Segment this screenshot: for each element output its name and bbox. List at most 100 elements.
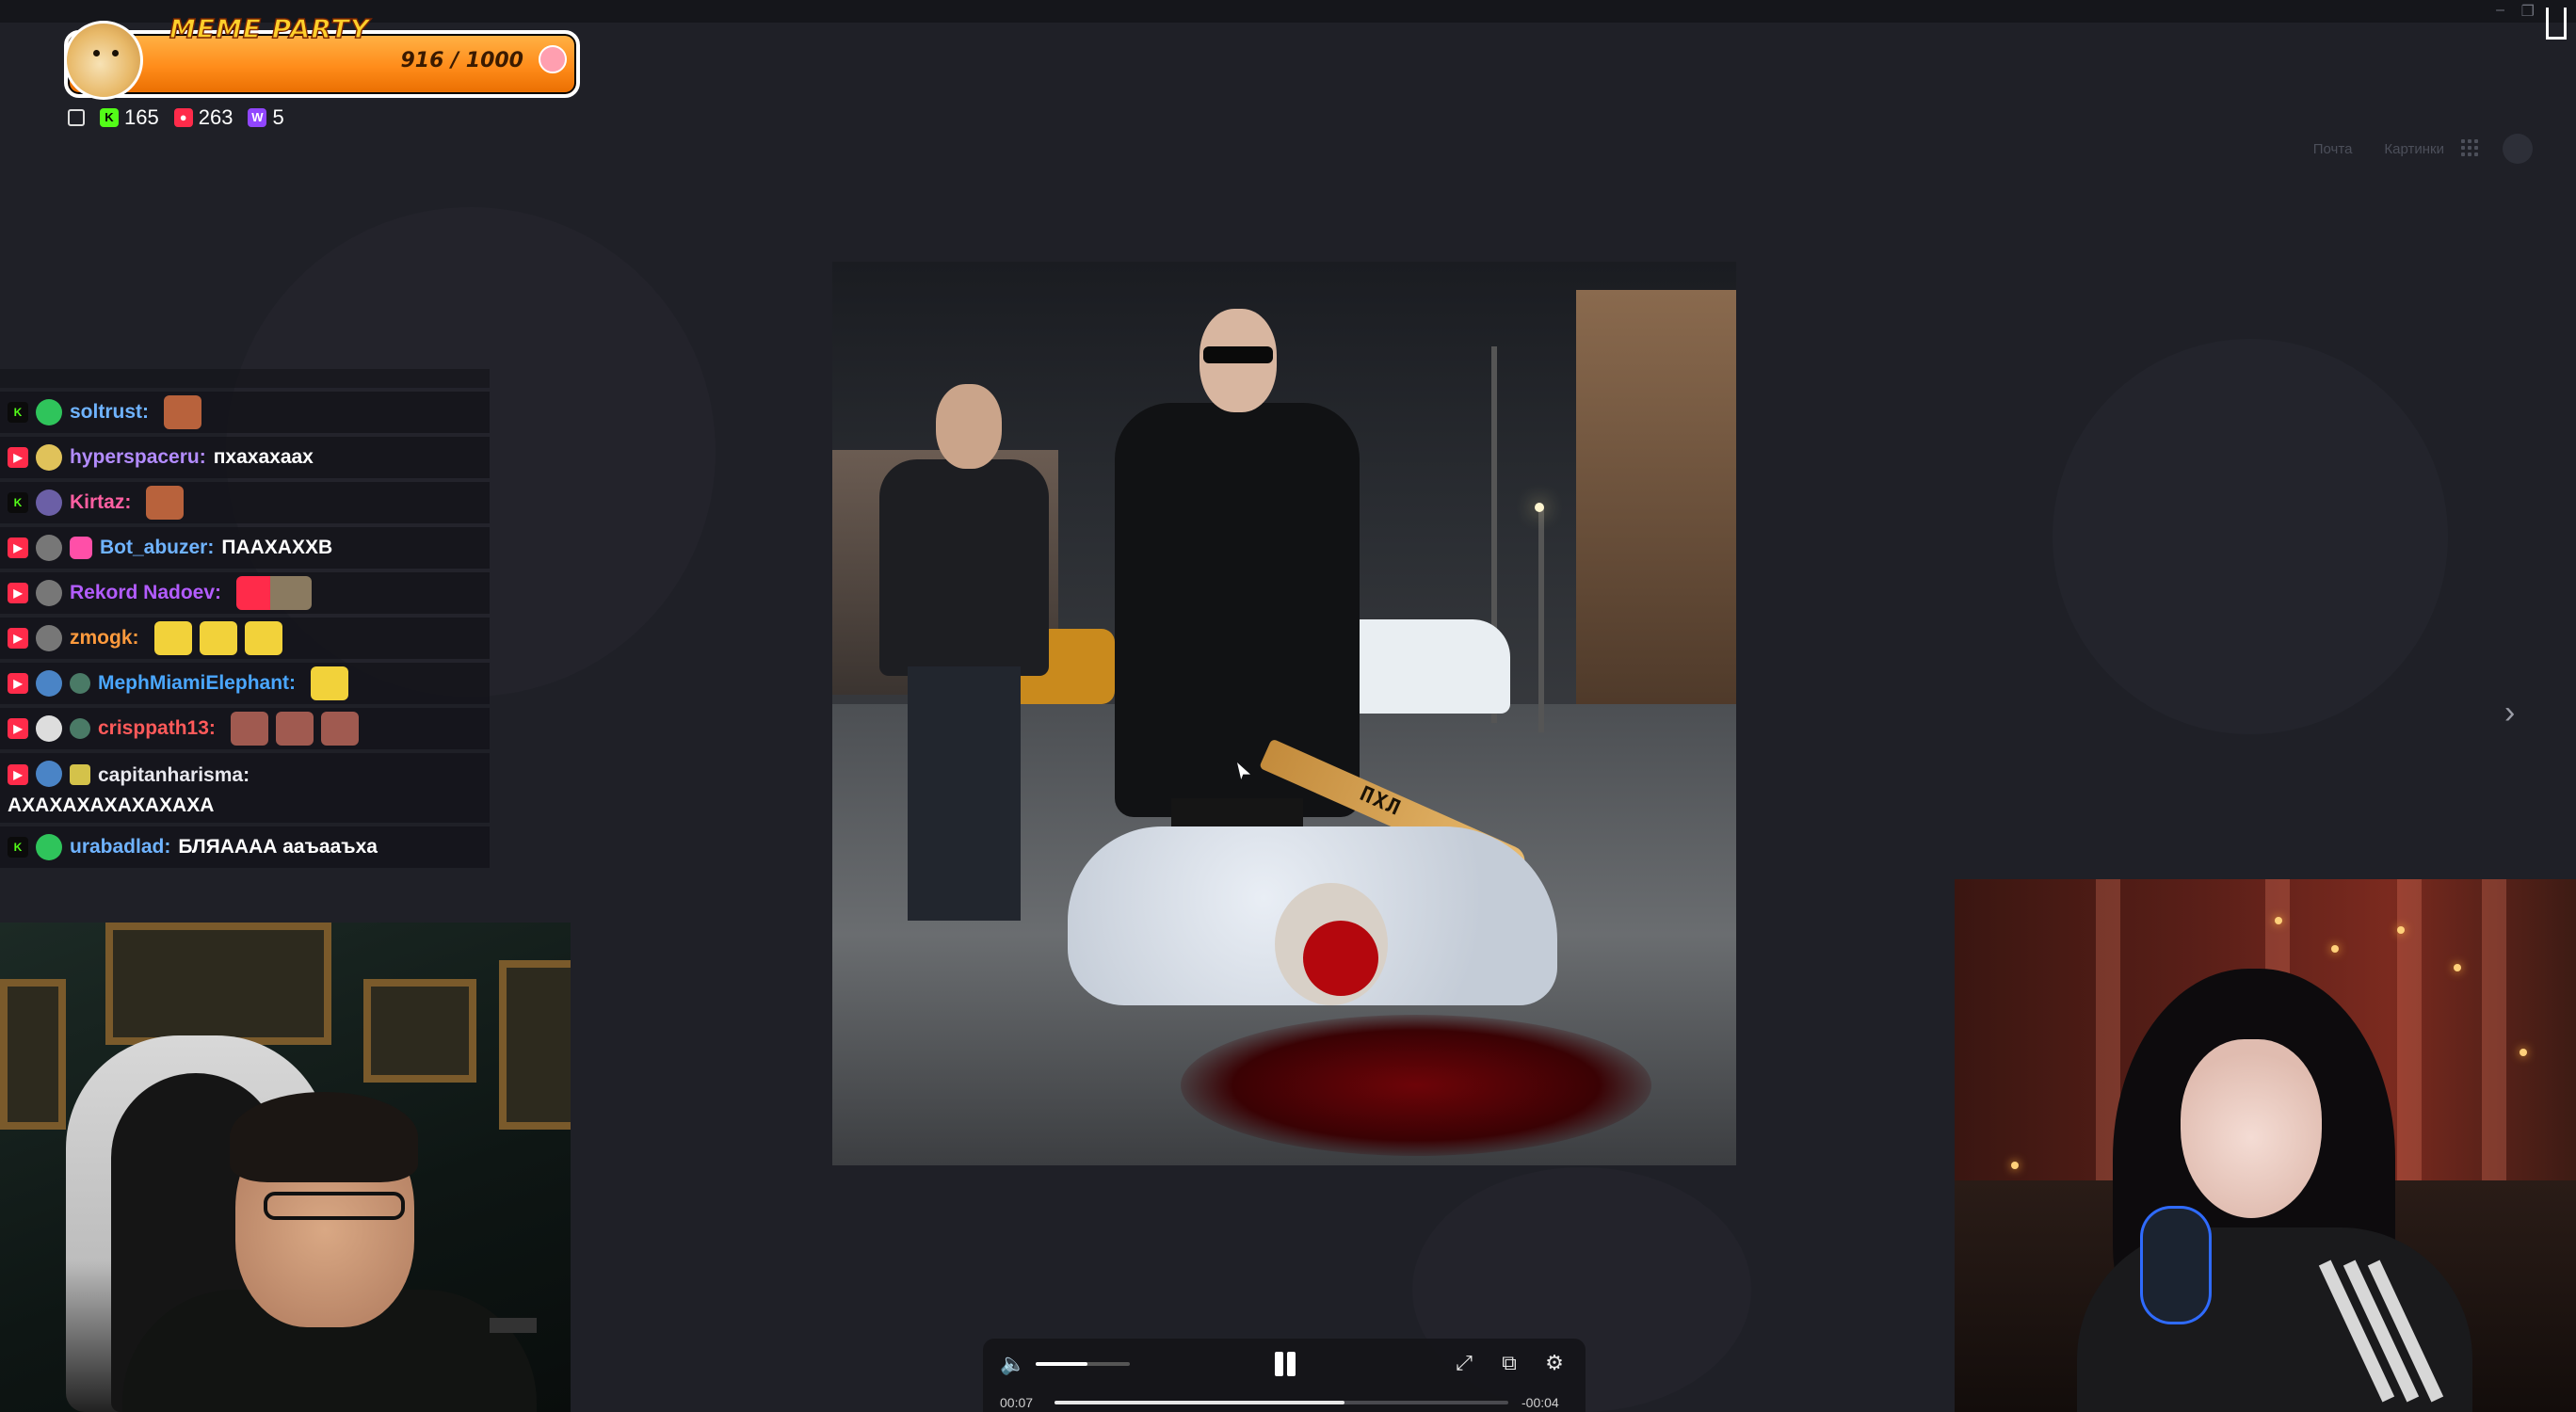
building [1576, 290, 1736, 704]
chat-message: ▶ Rekord Nadoev: [0, 572, 490, 614]
pause-icon[interactable] [1271, 1350, 1299, 1378]
chat-text: БЛЯАААА ааъааъха [178, 836, 378, 858]
streamer-hair [230, 1092, 418, 1182]
coat [1115, 403, 1360, 817]
equipment [490, 1318, 537, 1333]
jeans [908, 666, 1021, 921]
vk-live-icon: ● [173, 108, 193, 127]
progress-bar-fill [1055, 1401, 1345, 1404]
chat-username[interactable]: crisppath13: [98, 717, 216, 740]
overlay-corner-marker [2546, 8, 2567, 40]
account-avatar[interactable] [2503, 134, 2533, 164]
glasses [264, 1192, 405, 1220]
chat-username[interactable]: Rekord Nadoev: [70, 582, 221, 604]
chat-username[interactable]: urabadlad: [70, 836, 170, 858]
lamp-light [1535, 503, 1544, 512]
string-light [2331, 945, 2339, 953]
remaining-time: -00:04 [1521, 1395, 1559, 1410]
emote-icon [164, 395, 201, 429]
chat-message: ▶ capitanharisma: АХАХАХАХАХАХАХА [0, 753, 490, 823]
pig-icon [539, 45, 567, 73]
chat-message: K urabadlad: БЛЯАААА ааъааъха [0, 826, 490, 868]
chat-toggle-icon [68, 109, 85, 126]
minion-emote-icon [199, 621, 237, 655]
user-badge-icon [36, 444, 62, 471]
chat-username[interactable]: Kirtaz: [70, 491, 131, 514]
user-badge-icon [36, 535, 62, 561]
vk-live-icon: ▶ [8, 628, 28, 649]
kick-icon: K [8, 837, 28, 858]
current-time: 00:07 [1000, 1395, 1034, 1410]
emote-icon [275, 712, 314, 746]
kick-icon: K [100, 108, 119, 127]
settings-icon[interactable]: ⚙ [1542, 1352, 1567, 1374]
string-light [2397, 926, 2405, 934]
chat-username[interactable]: capitanharisma: [98, 764, 250, 787]
twitch-viewer-count: W 5 [248, 105, 284, 130]
volume-icon[interactable]: 🔈 [1000, 1352, 1026, 1375]
sub-badge-icon [70, 764, 90, 785]
chat-text: ПААХАХХВ [221, 537, 333, 558]
string-light [2454, 964, 2461, 971]
progress-bar[interactable] [1055, 1401, 1508, 1404]
mail-link[interactable]: Почта [2313, 141, 2353, 157]
wall-painting [105, 923, 331, 1045]
user-badge-icon [36, 625, 62, 651]
chat-message: K soltrust: [0, 392, 490, 433]
emote-icon [146, 486, 185, 520]
browser-tab-strip [0, 0, 2576, 23]
chat-username[interactable]: zmogk: [70, 627, 139, 650]
volume-slider[interactable] [1036, 1362, 1130, 1366]
volume-slider-fill [1036, 1362, 1087, 1366]
user-badge-icon [36, 834, 62, 860]
string-light [2275, 917, 2282, 924]
wall-painting [0, 979, 66, 1130]
meme-party-title: MEME PARTY [169, 12, 371, 44]
video-player-controls: 🔈 ⤢ ⧉ ⚙ 00:07 -00:04 [983, 1339, 1586, 1412]
sub-badge-icon [70, 673, 90, 694]
apps-grid-icon[interactable] [2461, 139, 2478, 156]
kick-count-value: 165 [124, 105, 159, 129]
kick-viewer-count: K 165 [100, 105, 159, 130]
vk-live-icon: ▶ [8, 673, 28, 694]
jacket [879, 459, 1049, 676]
chat-username[interactable]: hyperspaceru: [70, 446, 206, 469]
fullscreen-icon[interactable]: ⤢ [1452, 1352, 1476, 1374]
images-link[interactable]: Картинки [2384, 141, 2444, 157]
emote-icon [230, 712, 268, 746]
chevron-right-icon[interactable]: › [2504, 695, 2515, 731]
blood-pool [1181, 1015, 1651, 1156]
vk-live-icon: ▶ [8, 583, 28, 603]
vk-viewer-count: ● 263 [173, 105, 233, 130]
sub-badge-icon [70, 718, 90, 739]
user-badge-icon [36, 489, 62, 516]
meme-image[interactable]: ПХЛ [832, 262, 1736, 1165]
user-badge-icon [36, 715, 62, 742]
meme-party-score: 916 / 1000 [400, 49, 523, 72]
viewer-counts: K 165 ● 263 W 5 [68, 105, 284, 130]
meme-party-widget: MEME PARTY 916 / 1000 [64, 12, 580, 100]
streamer-webcam-right [1955, 879, 2576, 1412]
restore-icon[interactable]: ❐ [2521, 2, 2535, 21]
chat-username[interactable]: Bot_abuzer: [100, 537, 214, 559]
chat-username[interactable]: MephMiamiElephant: [98, 672, 296, 695]
chat-panel: K soltrust: ▶ hyperspaceru: пхахахаах K … [0, 369, 491, 874]
picture-in-picture-icon[interactable]: ⧉ [1497, 1352, 1521, 1374]
string-light [2520, 1049, 2527, 1056]
vk-live-icon: ▶ [8, 764, 28, 785]
head [936, 384, 1002, 469]
chat-username[interactable]: soltrust: [70, 401, 149, 424]
microphone [2143, 1209, 2209, 1322]
doge-icon [64, 21, 143, 100]
emote-icon [236, 576, 313, 610]
chat-message: ▶ Bot_abuzer: ПААХАХХВ [0, 527, 490, 569]
streamer-face [2181, 1039, 2322, 1218]
chat-text: АХАХАХАХАХАХАХА [8, 794, 215, 816]
vk-live-icon: ▶ [8, 718, 28, 739]
minimize-icon[interactable]: – [2496, 2, 2504, 19]
chat-message-partial [0, 369, 490, 388]
kick-icon: K [8, 402, 28, 423]
chat-text: пхахахаах [213, 446, 314, 468]
user-badge-icon [36, 761, 62, 787]
user-badge-icon [36, 670, 62, 697]
